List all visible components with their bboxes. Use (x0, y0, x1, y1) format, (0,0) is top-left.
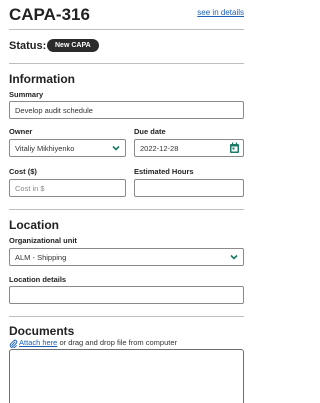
documents-section-title: Documents (9, 324, 75, 338)
page-header: CAPA-316 see in details (9, 5, 244, 29)
see-in-details-link[interactable]: see in details (197, 8, 244, 17)
owner-value: Vitaliy Mikhiyenko (15, 143, 75, 153)
cost-placeholder: Cost in $ (15, 183, 45, 193)
status-divider (9, 63, 244, 64)
estimated-hours-label: Estimated Hours (134, 167, 194, 176)
information-divider (9, 209, 244, 210)
location-section-title: Location (9, 218, 59, 232)
due-date-value: 2022-12-28 (140, 143, 179, 153)
attach-hint: or drag and drop file from computer (57, 338, 178, 347)
page-title: CAPA-316 (9, 5, 90, 24)
information-section-title: Information (9, 72, 75, 86)
summary-label: Summary (9, 90, 44, 99)
org-unit-label: Organizational unit (9, 236, 77, 245)
org-unit-select[interactable]: ALM - Shipping (9, 248, 244, 266)
status-badge: New CAPA (47, 39, 99, 52)
due-date-input[interactable]: 2022-12-28 (134, 139, 244, 157)
cost-input[interactable]: Cost in $ (9, 179, 126, 197)
calendar-icon[interactable] (229, 142, 240, 154)
chevron-down-icon (112, 145, 120, 151)
owner-label: Owner (9, 127, 33, 136)
location-details-input[interactable] (9, 286, 244, 304)
org-unit-value: ALM - Shipping (15, 252, 67, 262)
attach-row: Attach here or drag and drop file from c… (9, 338, 177, 348)
attach-here-link[interactable]: Attach here (19, 338, 57, 347)
summary-input[interactable]: Develop audit schedule (9, 101, 244, 119)
estimated-hours-input[interactable] (134, 179, 244, 197)
due-date-label: Due date (134, 127, 166, 136)
owner-select[interactable]: Vitaliy Mikhiyenko (9, 139, 126, 157)
location-divider (9, 316, 244, 317)
header-divider (9, 29, 244, 30)
status-label: Status: (9, 40, 47, 52)
chevron-down-icon (230, 254, 238, 260)
paperclip-icon (9, 339, 18, 348)
summary-value: Develop audit schedule (15, 105, 93, 115)
file-drop-zone[interactable] (9, 349, 244, 403)
cost-label: Cost ($) (9, 167, 37, 176)
location-details-label: Location details (9, 275, 67, 284)
